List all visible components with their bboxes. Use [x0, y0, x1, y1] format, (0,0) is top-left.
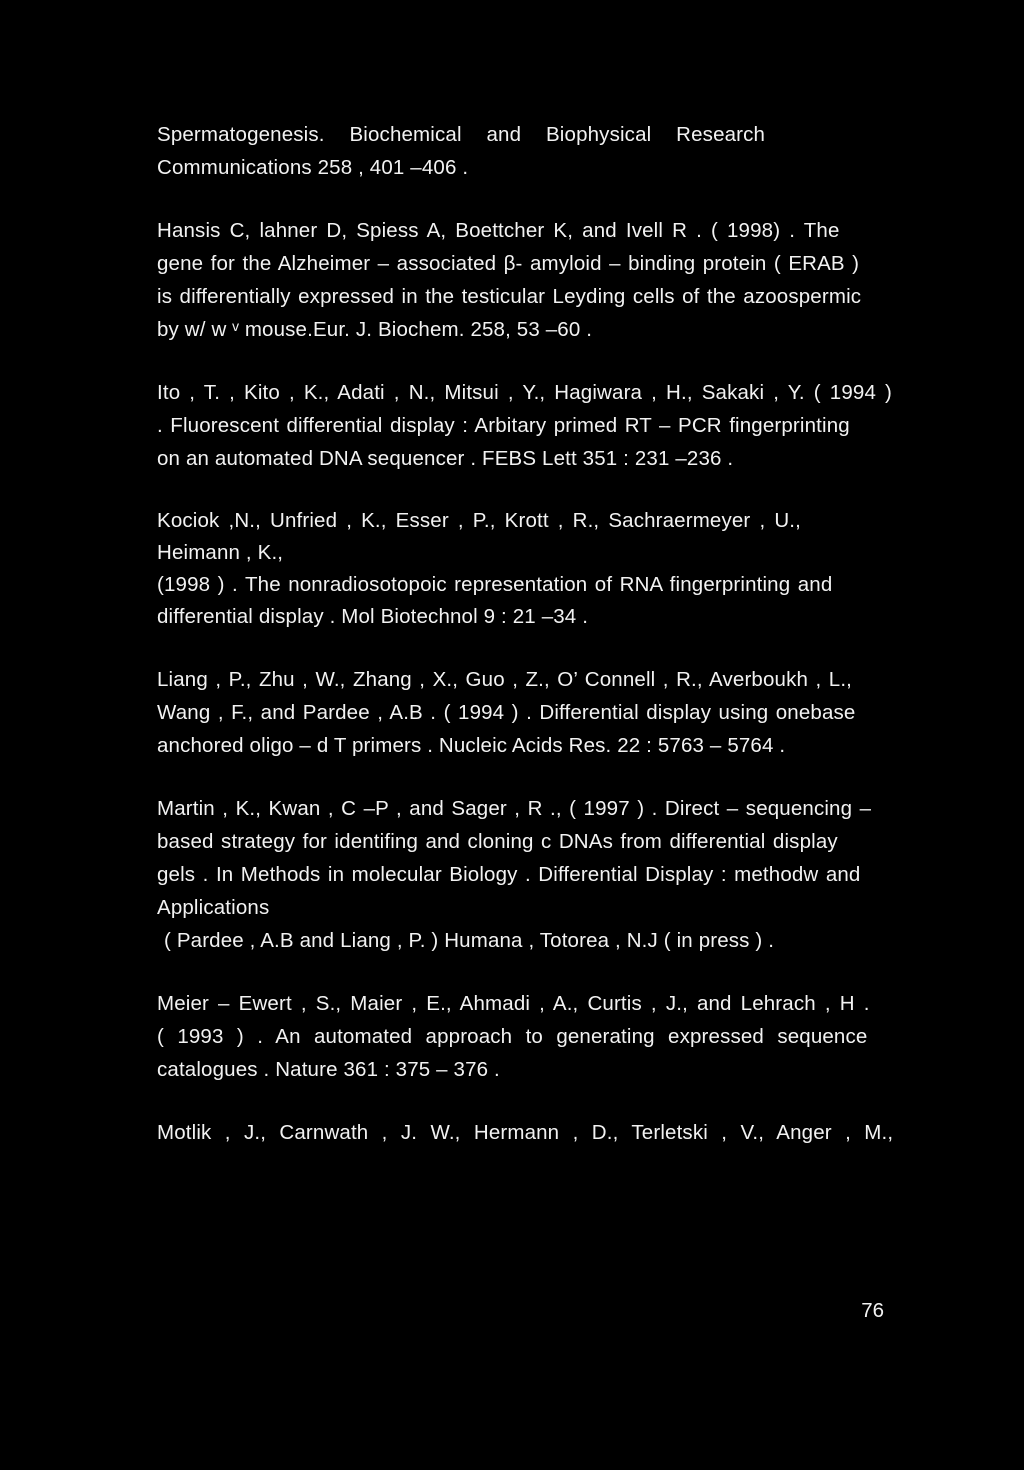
reference-line: catalogues . Nature 361 : 375 – 376 .	[157, 1058, 500, 1081]
reference-line: ( Pardee , A.B and Liang , P. ) Humana ,…	[164, 929, 775, 952]
reference-line: (1998 ) . The nonradiosotopoic represent…	[157, 573, 833, 596]
reference-line: Kociok ,N., Unfried , K., Esser , P., Kr…	[157, 509, 801, 532]
reference-line: Hansis C, lahner D, Spiess A, Boettcher …	[157, 219, 840, 242]
reference-line: gene for the Alzheimer – associated β- a…	[157, 252, 860, 275]
reference-line: Martin , K., Kwan , C –P , and Sager , R…	[157, 797, 872, 820]
reference-line: based strategy for identifing and clonin…	[157, 830, 838, 853]
scanned-page: Spermatogenesis. Biochemical and Biophys…	[0, 0, 1024, 1470]
reference-line: . Fluorescent differential display : Arb…	[157, 414, 850, 437]
reference-line: Applications	[157, 896, 270, 919]
reference-entry: Ito , T. , Kito , K., Adati , N., Mitsui…	[157, 376, 893, 475]
page-number: 76	[861, 1299, 884, 1322]
reference-line: Spermatogenesis. Biochemical and Biophys…	[157, 123, 766, 146]
reference-line: is differentially expressed in the testi…	[157, 285, 862, 308]
reference-entry: Kociok ,N., Unfried , K., Esser , P., Kr…	[157, 505, 866, 633]
reference-line: by w/ w ᵛ mouse.Eur. J. Biochem. 258, 53…	[157, 318, 593, 341]
reference-line: ( 1993 ) . An automated approach to gene…	[157, 1025, 868, 1048]
reference-line: Meier – Ewert , S., Maier , E., Ahmadi ,…	[157, 992, 870, 1015]
reference-entry: Martin , K., Kwan , C –P , and Sager , R…	[157, 792, 872, 957]
reference-line: Wang , F., and Pardee , A.B . ( 1994 ) .…	[157, 701, 856, 724]
reference-line: anchored oligo – d T primers . Nucleic A…	[157, 734, 786, 757]
reference-list: Spermatogenesis. Biochemical and Biophys…	[157, 118, 894, 1179]
reference-line: Heimann , K.,	[157, 541, 284, 564]
reference-line: differential display . Mol Biotechnol 9 …	[157, 605, 589, 628]
reference-entry: Spermatogenesis. Biochemical and Biophys…	[157, 118, 866, 184]
reference-line: Motlik , J., Carnwath , J. W., Hermann ,…	[157, 1121, 894, 1144]
reference-line: on an automated DNA sequencer . FEBS Let…	[157, 447, 734, 470]
reference-line: Communications 258 , 401 –406 .	[157, 156, 469, 179]
reference-entry: Meier – Ewert , S., Maier , E., Ahmadi ,…	[157, 987, 870, 1086]
reference-entry: Motlik , J., Carnwath , J. W., Hermann ,…	[157, 1116, 894, 1149]
reference-entry: Hansis C, lahner D, Spiess A, Boettcher …	[157, 214, 866, 346]
reference-entry: Liang , P., Zhu , W., Zhang , X., Guo , …	[157, 663, 866, 762]
reference-line: Ito , T. , Kito , K., Adati , N., Mitsui…	[157, 381, 893, 404]
reference-line: gels . In Methods in molecular Biology .…	[157, 863, 861, 886]
reference-line: Liang , P., Zhu , W., Zhang , X., Guo , …	[157, 668, 853, 691]
